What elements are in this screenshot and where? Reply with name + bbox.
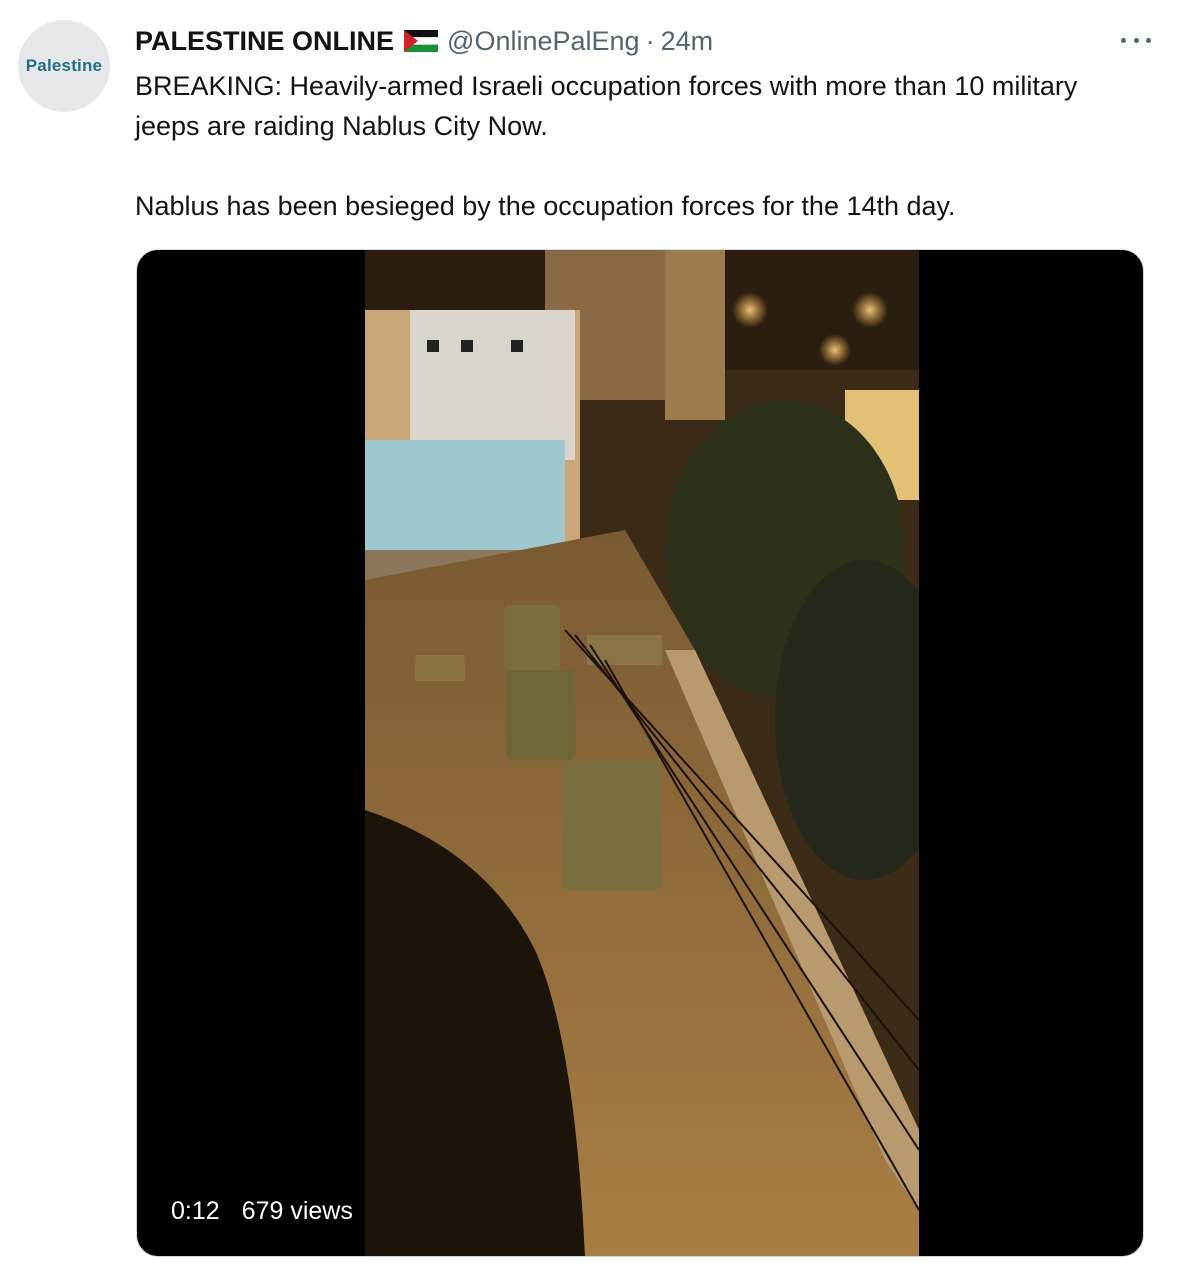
more-dot — [1133, 37, 1139, 43]
video-view-count: 679 views — [241, 1197, 353, 1225]
more-dot — [1146, 37, 1151, 43]
video-duration: 0:12 — [171, 1197, 220, 1225]
video-frame[interactable] — [365, 250, 919, 1257]
separator-dot: · — [645, 25, 655, 56]
more-options-icon[interactable] — [1121, 30, 1151, 50]
author-avatar[interactable]: Palestine — [18, 20, 110, 112]
palestine-flag-icon — [404, 30, 439, 52]
tweet-header: PALESTINE ONLINE @OnlinePalEng · 24m — [135, 24, 713, 58]
tweet-timestamp[interactable]: 24m — [661, 26, 714, 57]
video-meta: 0:12 679 views — [171, 1197, 353, 1226]
avatar-logo-text: Palestine — [25, 56, 103, 75]
author-name[interactable]: PALESTINE ONLINE — [135, 26, 394, 57]
tweet-paragraph: BREAKING: Heavily-armed Israeli occupati… — [135, 71, 1078, 141]
tweet-body: BREAKING: Heavily-armed Israeli occupati… — [135, 66, 1135, 226]
tweet-paragraph: Nablus has been besieged by the occupati… — [135, 191, 956, 221]
video-player[interactable]: 0:12 679 views — [136, 249, 1144, 1257]
more-dot — [1121, 37, 1126, 43]
author-handle[interactable]: @OnlinePalEng — [447, 26, 640, 57]
